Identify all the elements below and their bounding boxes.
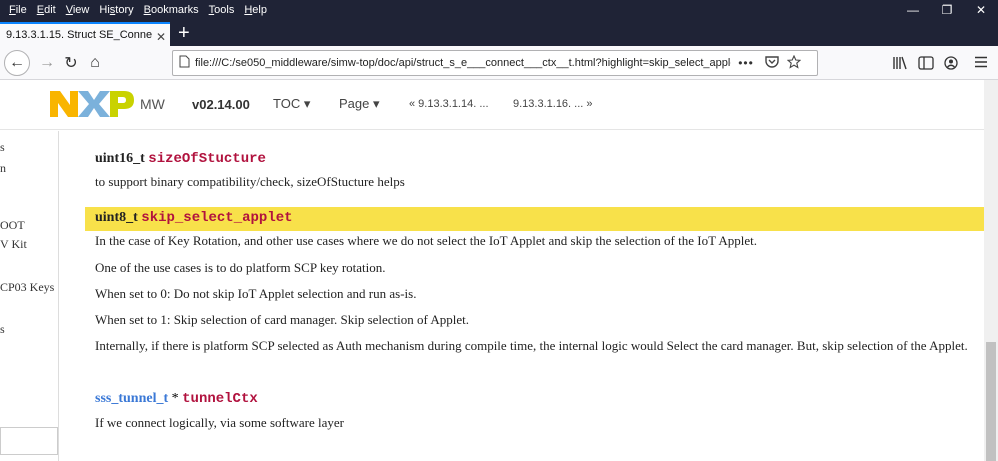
member-heading-skip-select-applet: uint8_t skip_select_applet <box>95 210 293 226</box>
sidebar-item[interactable]: CP03 Keys <box>0 280 54 295</box>
forward-button[interactable]: → <box>34 50 60 76</box>
close-tab-icon[interactable]: ✕ <box>156 30 166 44</box>
hamburger-menu-icon[interactable] <box>974 56 988 71</box>
site-header: MW v02.14.00 TOC ▾ Page ▾ « 9.13.3.1.14.… <box>0 80 984 130</box>
menu-view[interactable]: View <box>61 0 95 20</box>
new-tab-button[interactable]: + <box>178 22 190 44</box>
menu-edit[interactable]: Edit <box>32 0 61 20</box>
member-description: If we connect logically, via some softwa… <box>95 415 344 430</box>
nav-bar: ← → ↻ ⌂ file:///C:/se050_middleware/simw… <box>0 46 998 80</box>
library-icon[interactable] <box>892 56 908 73</box>
sidebar-item[interactable]: V Kit <box>0 237 27 252</box>
scrollbar[interactable] <box>984 80 998 461</box>
menu-bookmarks[interactable]: Bookmarks <box>139 0 204 20</box>
page-dropdown[interactable]: Page ▾ <box>339 96 380 112</box>
account-icon[interactable] <box>944 56 958 73</box>
member-heading-tunnelctx: sss_tunnel_t * tunnelCtx <box>95 391 258 407</box>
tab-active[interactable]: 9.13.3.1.15. Struct SE_Connect_Ctx_t ✕ <box>0 22 170 46</box>
paragraph: One of the use cases is to do platform S… <box>95 260 386 275</box>
sidebar-item[interactable]: s <box>0 322 5 337</box>
logo-mw-text: MW <box>140 96 165 112</box>
member-type: uint8_t <box>95 210 138 225</box>
sidebar-item[interactable]: OOT <box>0 218 25 233</box>
scrollbar-thumb[interactable] <box>986 342 996 461</box>
sidebar-search-input[interactable] <box>0 427 58 455</box>
sidebar: s n OOT V Kit CP03 Keys s <box>0 131 59 461</box>
paragraph: Internally, if there is platform SCP sel… <box>95 338 968 353</box>
menu-help[interactable]: Help <box>239 0 272 20</box>
member-description: to support binary compatibility/check, s… <box>95 174 405 189</box>
tab-strip: 9.13.3.1.15. Struct SE_Connect_Ctx_t ✕ + <box>0 20 998 46</box>
restore-button[interactable]: ❐ <box>930 0 964 20</box>
next-page-link[interactable]: 9.13.3.1.16. ... » <box>513 98 593 110</box>
member-name: skip_select_applet <box>141 210 293 226</box>
version-label: v02.14.00 <box>192 97 250 112</box>
more-actions-icon[interactable]: ••• <box>731 56 761 70</box>
page-content: MW v02.14.00 TOC ▾ Page ▾ « 9.13.3.1.14.… <box>0 80 998 461</box>
prev-page-link[interactable]: « 9.13.3.1.14. ... <box>409 98 489 110</box>
bookmark-star-icon[interactable] <box>783 54 805 72</box>
menu-history[interactable]: History <box>94 0 138 20</box>
sidebar-item[interactable]: n <box>0 161 6 176</box>
nxp-logo[interactable] <box>48 89 134 119</box>
paragraph: In the case of Key Rotation, and other u… <box>95 233 757 248</box>
sidebar-item[interactable]: s <box>0 140 5 155</box>
menu-tools[interactable]: Tools <box>204 0 240 20</box>
sidebar-toggle-icon[interactable] <box>918 56 934 73</box>
home-button[interactable]: ⌂ <box>82 50 108 76</box>
member-name: tunnelCtx <box>182 391 258 407</box>
reload-button[interactable]: ↻ <box>58 50 84 76</box>
pocket-icon[interactable] <box>761 55 783 71</box>
menu-file[interactable]: File <box>4 0 32 20</box>
url-bar[interactable]: file:///C:/se050_middleware/simw-top/doc… <box>172 50 818 76</box>
member-type: uint16_t <box>95 151 145 166</box>
member-heading-sizeofstucture: uint16_t sizeOfStucture <box>95 151 266 167</box>
title-bar: File Edit View History Bookmarks Tools H… <box>0 0 998 20</box>
paragraph: When set to 0: Do not skip IoT Applet se… <box>95 286 417 301</box>
toc-dropdown[interactable]: TOC ▾ <box>273 96 310 112</box>
pointer-symbol: * <box>168 391 183 406</box>
type-link[interactable]: sss_tunnel_t <box>95 391 168 406</box>
paragraph: When set to 1: Skip selection of card ma… <box>95 312 470 327</box>
page-icon <box>173 55 195 71</box>
close-window-button[interactable]: ✕ <box>964 0 998 20</box>
window-controls: — ❐ ✕ <box>896 0 998 20</box>
minimize-button[interactable]: — <box>896 0 930 20</box>
member-name: sizeOfStucture <box>148 151 266 167</box>
url-text[interactable]: file:///C:/se050_middleware/simw-top/doc… <box>195 57 731 69</box>
tab-title: 9.13.3.1.15. Struct SE_Connect_Ctx_t <box>6 29 152 41</box>
menu-bar: File Edit View History Bookmarks Tools H… <box>0 0 272 20</box>
back-button[interactable]: ← <box>4 50 30 76</box>
